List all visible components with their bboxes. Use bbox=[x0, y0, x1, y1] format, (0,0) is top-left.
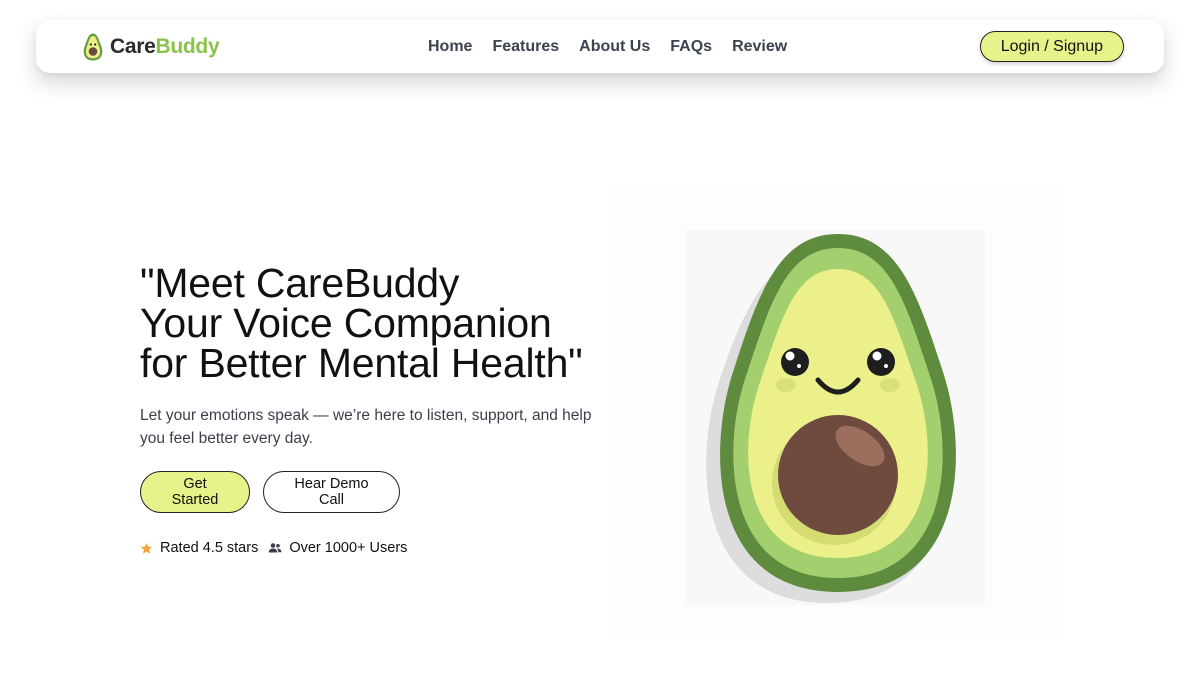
avocado-logo-icon bbox=[83, 33, 103, 61]
hero-stats: Rated 4.5 stars Over 1000+ Users bbox=[140, 540, 407, 556]
hero-illustration bbox=[612, 190, 1060, 635]
login-signup-button[interactable]: Login / Signup bbox=[979, 31, 1124, 62]
nav-link-faqs[interactable]: FAQs bbox=[670, 38, 712, 56]
hero-cta-group: Get Started Hear Demo Call bbox=[140, 471, 400, 513]
hero-title: "Meet CareBuddy Your Voice Companion for… bbox=[140, 260, 583, 386]
rating-stat: Rated 4.5 stars bbox=[140, 540, 258, 556]
hero-subtitle: Let your emotions speak — we’re here to … bbox=[140, 407, 592, 447]
rating-text: Rated 4.5 stars bbox=[160, 540, 259, 556]
brand-name-buddy: Buddy bbox=[155, 35, 220, 58]
navbar: CareBuddy Home Features About Us FAQs Re… bbox=[36, 20, 1164, 73]
users-icon bbox=[269, 543, 282, 553]
landing-page: CareBuddy Home Features About Us FAQs Re… bbox=[0, 0, 1200, 677]
hero-title-line-3: for Better Mental Health" bbox=[140, 340, 583, 386]
hero-title-line-1: "Meet CareBuddy bbox=[140, 260, 460, 306]
nav-link-review[interactable]: Review bbox=[732, 38, 787, 56]
avocado-mascot-illustration bbox=[685, 230, 985, 605]
main-nav: Home Features About Us FAQs Review bbox=[428, 20, 787, 73]
hear-demo-call-button[interactable]: Hear Demo Call bbox=[263, 471, 400, 513]
brand-logo-link[interactable]: CareBuddy bbox=[81, 32, 220, 62]
users-text: Over 1000+ Users bbox=[289, 540, 408, 556]
nav-link-about-us[interactable]: About Us bbox=[579, 38, 650, 56]
star-icon bbox=[140, 542, 153, 554]
users-stat: Over 1000+ Users bbox=[268, 540, 407, 556]
brand-name: CareBuddy bbox=[110, 35, 220, 59]
nav-link-features[interactable]: Features bbox=[492, 38, 559, 56]
get-started-button[interactable]: Get Started bbox=[140, 471, 250, 513]
nav-link-home[interactable]: Home bbox=[428, 38, 472, 56]
hero-title-line-2: Your Voice Companion bbox=[140, 300, 552, 346]
brand-name-care: Care bbox=[110, 35, 156, 58]
